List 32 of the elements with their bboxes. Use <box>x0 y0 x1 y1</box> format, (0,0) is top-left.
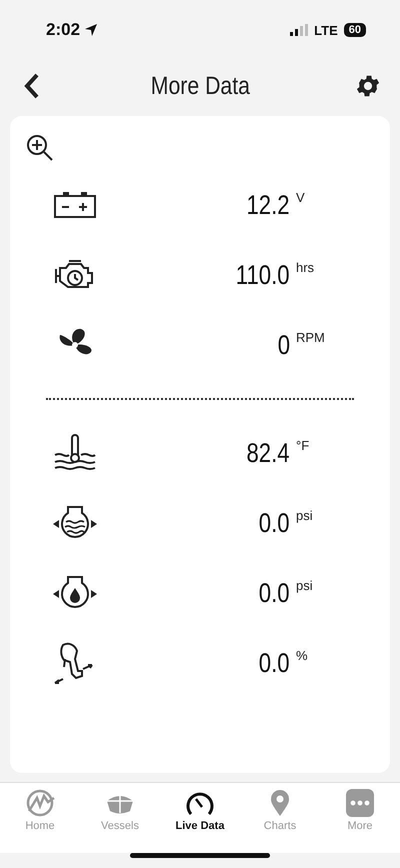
more-icon <box>345 789 375 817</box>
reading-unit: V <box>296 190 306 205</box>
network-label: LTE <box>314 22 338 38</box>
battery-level: 60 <box>344 23 366 37</box>
reading-value: 0.0 <box>259 648 290 678</box>
reading-value: 110.0 <box>236 260 290 290</box>
tab-bar-item[interactable]: Charts <box>240 789 320 832</box>
reading-value: 0 <box>278 330 290 360</box>
water-pressure-icon <box>52 505 98 541</box>
reading-unit: % <box>296 648 309 663</box>
logo-icon <box>25 789 55 817</box>
reading-value: 0.0 <box>259 578 290 608</box>
location-arrow-icon <box>84 23 98 37</box>
reading-unit: °F <box>296 438 310 453</box>
reading-unit: psi <box>296 508 314 523</box>
page-title: More Data <box>150 72 250 100</box>
oil-pressure-icon <box>52 575 98 611</box>
tab-bar-item[interactable]: Live Data <box>160 789 240 832</box>
tab-bar-item[interactable]: More <box>320 789 400 832</box>
tab-bar-item[interactable]: Vessels <box>80 789 160 832</box>
reading-value: 82.4 <box>246 438 290 468</box>
reading-unit: hrs <box>296 260 316 275</box>
signal-icon <box>290 24 308 36</box>
tab-bar-item[interactable]: Home <box>0 789 80 832</box>
battery-icon <box>53 191 97 219</box>
reading-unit: RPM <box>296 330 326 345</box>
reading-value: 12.2 <box>246 190 290 220</box>
reading-unit: psi <box>296 578 314 593</box>
zoom-in-button[interactable] <box>26 134 54 162</box>
status-time: 2:02 <box>46 20 80 40</box>
reading-value: 0.0 <box>259 508 290 538</box>
water-thermometer-icon <box>53 433 97 473</box>
